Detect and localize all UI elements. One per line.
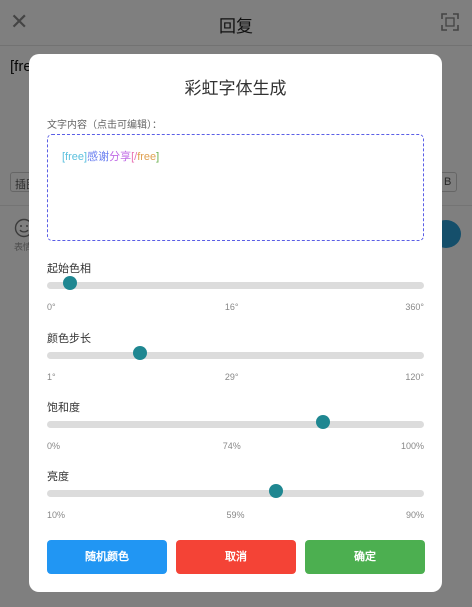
slider-min-label: 0° <box>47 302 56 312</box>
text-content-editor[interactable]: [free]感谢分享[/free] <box>47 134 424 241</box>
content-label: 文字内容（点击可编辑）： <box>47 120 162 131</box>
slider-max-label: 120° <box>405 372 424 382</box>
editor-text-segment: [free] <box>62 151 88 163</box>
slider-track[interactable] <box>47 490 424 497</box>
slider-start-hue[interactable]: 起始色相 0° 16° 360° <box>47 260 424 320</box>
slider-label: 颜色步长 <box>47 333 91 345</box>
slider-thumb[interactable] <box>315 415 330 429</box>
slider-max-label: 100% <box>400 441 424 451</box>
slider-value-label: 59% <box>226 510 245 520</box>
editor-text-segment: ] <box>156 151 160 163</box>
slider-value-label: 29° <box>224 372 239 382</box>
slider-brightness[interactable]: 亮度 10% 59% 90% <box>47 468 424 528</box>
slider-track[interactable] <box>47 421 424 428</box>
slider-thumb[interactable] <box>268 484 283 498</box>
slider-thumb[interactable] <box>62 276 77 290</box>
slider-max-label: 360° <box>405 302 424 312</box>
slider-track[interactable] <box>47 352 424 359</box>
rainbow-text-dialog: 彩虹字体生成 文字内容（点击可编辑）： [free]感谢分享[/free] 起始… <box>29 54 442 592</box>
slider-thumb[interactable] <box>132 346 147 360</box>
slider-color-step[interactable]: 颜色步长 1° 29° 120° <box>47 330 424 390</box>
random-color-button[interactable]: 随机颜色 <box>47 540 167 574</box>
slider-saturation[interactable]: 饱和度 0% 74% 100% <box>47 399 424 459</box>
editor-text-segment: 分享 <box>109 151 132 163</box>
slider-min-label: 0% <box>47 441 61 451</box>
editor-text-segment: free <box>137 151 157 163</box>
slider-max-label: 90% <box>405 510 424 520</box>
slider-value-label: 16° <box>224 302 239 312</box>
dialog-title: 彩虹字体生成 <box>184 79 287 98</box>
slider-track[interactable] <box>47 282 424 289</box>
cancel-button[interactable]: 取消 <box>176 540 296 574</box>
slider-min-label: 10% <box>47 510 66 520</box>
editor-text-segment: 感谢 <box>87 151 110 163</box>
slider-label: 亮度 <box>47 471 69 483</box>
slider-label: 饱和度 <box>47 402 80 414</box>
confirm-button[interactable]: 确定 <box>305 540 425 574</box>
slider-min-label: 1° <box>47 372 56 382</box>
slider-value-label: 74% <box>222 441 241 451</box>
slider-label: 起始色相 <box>47 263 91 275</box>
